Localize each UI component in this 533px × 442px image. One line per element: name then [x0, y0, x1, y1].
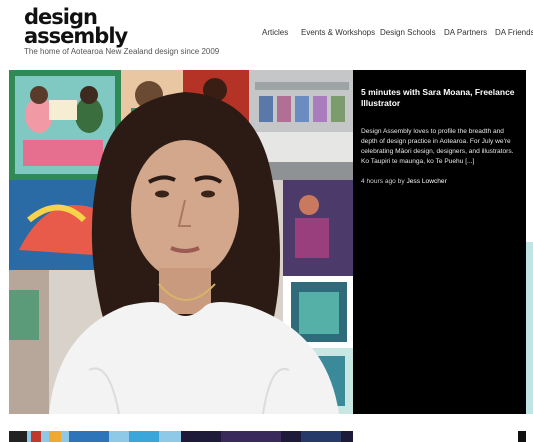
nav-item-events-workshops[interactable]: Events & Workshops: [301, 28, 375, 37]
article-thumbnails-row: [0, 430, 533, 442]
featured-article-title[interactable]: 5 minutes with Sara Moana, Freelance Ill…: [361, 87, 521, 109]
nav-item-articles[interactable]: Articles: [262, 28, 288, 37]
article-thumbnail[interactable]: [353, 430, 526, 442]
featured-article[interactable]: 5 minutes with Sara Moana, Freelance Ill…: [9, 70, 526, 414]
article-thumbnail[interactable]: [181, 430, 353, 442]
nav-item-design-schools[interactable]: Design Schools: [380, 28, 436, 37]
featured-article-image[interactable]: [9, 70, 353, 414]
main-nav: Articles Events & Workshops Design Schoo…: [0, 28, 533, 40]
featured-article-author-link[interactable]: Jess Lowcher: [406, 178, 446, 185]
featured-article-excerpt: Design Assembly loves to profile the bre…: [361, 128, 514, 165]
featured-article-meta: 4 hours ago by Jess Lowcher: [361, 178, 521, 185]
nav-item-da-friends[interactable]: DA Friends: [495, 28, 533, 37]
site-logo[interactable]: design assembly: [24, 7, 128, 47]
side-decoration: [526, 242, 533, 414]
featured-article-panel: 5 minutes with Sara Moana, Freelance Ill…: [353, 70, 526, 414]
site-tagline: The home of Aotearoa New Zealand design …: [24, 47, 220, 56]
nav-item-da-partners[interactable]: DA Partners: [444, 28, 487, 37]
featured-article-time: 4 hours ago by: [361, 178, 405, 185]
article-thumbnail[interactable]: [9, 430, 181, 442]
